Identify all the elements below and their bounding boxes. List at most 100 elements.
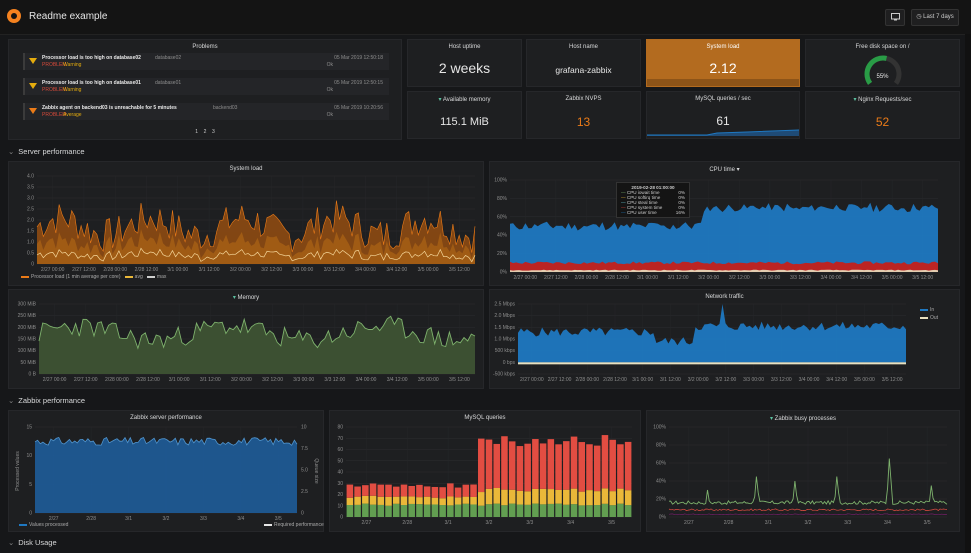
- x-tick-label: 3/5 12:00: [882, 377, 903, 383]
- legend-item[interactable]: max: [146, 274, 166, 280]
- page-3[interactable]: 3: [212, 129, 215, 135]
- panel-title-text: Available memory: [442, 97, 491, 103]
- bar-segment: [563, 441, 570, 490]
- x-tick-label: 3/1 12:00: [199, 267, 220, 273]
- panel-title[interactable]: ▾ Available memory: [408, 96, 521, 103]
- problem-ack[interactable]: Ok: [327, 112, 333, 118]
- bar-segment: [539, 443, 547, 489]
- x-tick-label: 3/4 00:00: [821, 275, 842, 281]
- y-tick-label: 0 B: [28, 372, 36, 378]
- time-range-picker[interactable]: ◷ Last 7 days: [911, 9, 959, 26]
- x-tick-label: 3/3 00:00: [743, 377, 764, 383]
- chevron-down-icon: ⌄: [8, 538, 15, 547]
- y-tick-label: 1.0 Mbps: [494, 337, 515, 343]
- bar-segment: [478, 492, 485, 506]
- bar-segment: [593, 491, 601, 506]
- page-scrollbar[interactable]: [965, 34, 971, 553]
- bar-segment: [439, 487, 446, 499]
- page-2[interactable]: 2: [204, 129, 207, 135]
- bar-segment: [400, 484, 408, 497]
- x-tick-label: 3/2 12:00: [715, 377, 736, 383]
- network-traffic-graph-panel: Network traffic -500 kbps 0 bps 500 kbps 1.…: [489, 289, 960, 389]
- panel-title[interactable]: MySQL queries / sec: [647, 96, 799, 102]
- bar-segment: [547, 439, 555, 490]
- x-tick-label: 3/4 12:00: [851, 275, 872, 281]
- problem-host: database02: [155, 55, 182, 61]
- row-server-performance[interactable]: ⌄ Server performance: [8, 147, 85, 156]
- y-tick-label: 3.0: [27, 196, 34, 202]
- bar-segment: [485, 488, 493, 505]
- row-disk-usage[interactable]: ⌄ Disk Usage: [8, 538, 57, 547]
- panel-title[interactable]: System load: [647, 44, 799, 50]
- x-tick-label: 3/4 12:00: [826, 377, 847, 383]
- bar-segment: [346, 484, 354, 498]
- x-tick-label: 3/4: [884, 520, 891, 526]
- bar-segment: [362, 503, 369, 517]
- legend-item[interactable]: avg: [124, 274, 143, 280]
- y-tick-label: 150 MiB: [18, 337, 37, 343]
- bar-segment: [586, 505, 593, 517]
- bar-segment: [462, 484, 470, 497]
- zabbix-nvps-panel: Zabbix NVPS 13: [526, 91, 641, 139]
- panel-title[interactable]: Host name: [527, 44, 640, 50]
- y-tick-label: 200 MiB: [18, 325, 37, 331]
- host-uptime-panel: Host uptime 2 weeks: [407, 39, 522, 87]
- bar-segment: [392, 496, 400, 504]
- problem-ack[interactable]: Ok: [327, 87, 333, 93]
- bar-segment: [617, 503, 624, 517]
- bar-segment: [431, 486, 439, 498]
- x-tick-label: 3/2 00:00: [230, 267, 251, 273]
- x-tick-label: 3/4 12:00: [386, 267, 407, 273]
- stat-value: 13: [576, 115, 591, 129]
- mysql-queries-chart: 0 10 20 30 40 50 60 70 80 2/27 2/28 3/1 3/2 3/3 3/4 3/5: [337, 425, 632, 526]
- y2-axis-label: Queue size: [313, 458, 319, 484]
- chevron-down-icon: ⌄: [8, 396, 15, 405]
- dashboard-title[interactable]: Readme example: [29, 11, 107, 22]
- bar-segment: [454, 487, 462, 498]
- x-tick-label: 2/27: [362, 520, 372, 526]
- y-tick-label: 80%: [656, 443, 667, 449]
- page-1[interactable]: 1: [195, 129, 198, 135]
- y-tick-label: 100%: [494, 178, 507, 184]
- legend-item[interactable]: Processor load (1 min average per core): [21, 274, 121, 280]
- panel-title[interactable]: Free disk space on /: [806, 44, 959, 50]
- problem-item[interactable]: Processor load is too high on database01…: [23, 78, 389, 95]
- panel-title[interactable]: ▾ Nginx Requests/sec: [806, 96, 959, 103]
- legend-item[interactable]: Values processed: [19, 522, 68, 528]
- legend-item[interactable]: In: [920, 306, 938, 314]
- memory-graph-panel: ▾ Memory 0 B 50 MiB 100 MiB 150 MiB 200 MiB 2…: [8, 289, 484, 389]
- panel-title[interactable]: Zabbix NVPS: [527, 96, 640, 102]
- x-tick-label: 3/2 00:00: [688, 377, 709, 383]
- bar-segment: [609, 491, 616, 506]
- y-tick-label: 1.5: [27, 229, 34, 235]
- y-tick-label: 60: [337, 447, 343, 453]
- bar-segment: [578, 491, 586, 506]
- problem-ack[interactable]: Ok: [327, 62, 333, 68]
- grafana-logo-icon[interactable]: [7, 9, 21, 23]
- chart-legend: Processor load (1 min average per core) …: [21, 274, 166, 280]
- problem-item[interactable]: Zabbix agent on backend03 is unreachable…: [23, 103, 389, 120]
- x-tick-label: 2/27 00:00: [43, 377, 67, 383]
- problem-item[interactable]: Processor load is too high on database02…: [23, 53, 389, 70]
- y2-tick-label: 5.0: [301, 468, 308, 474]
- system-load-chart: 0 0.5 1.0 1.5 2.0 2.5 3.0 3.5 4.0 2/27 00:00 2/27 …: [27, 174, 476, 273]
- mysql-queries-graph-panel: MySQL queries 0 10 20 30 40 50 60 70 80 2/27 2/28 3…: [329, 410, 641, 532]
- legend-item[interactable]: Required performance: [264, 522, 324, 528]
- x-tick-label: 3/3: [844, 520, 851, 526]
- panel-title[interactable]: Host uptime: [408, 44, 521, 50]
- bar-segment: [601, 435, 609, 489]
- x-tick-label: 2/27 12:00: [544, 275, 568, 281]
- legend-item[interactable]: Out: [920, 314, 938, 322]
- bar-segment: [377, 484, 385, 497]
- bar-segment: [362, 495, 369, 504]
- problem-severity: Warning: [63, 87, 82, 93]
- tv-mode-button[interactable]: [885, 9, 905, 26]
- clock-icon: ◷: [916, 14, 922, 20]
- x-tick-label: 3/3 00:00: [759, 275, 780, 281]
- panel-title[interactable]: Problems: [9, 44, 401, 50]
- warning-icon: [29, 58, 37, 64]
- y-tick-label: 0%: [659, 515, 667, 521]
- y2-tick-label: 0: [301, 511, 304, 517]
- bar-segment: [493, 443, 500, 488]
- row-zabbix-performance[interactable]: ⌄ Zabbix performance: [8, 396, 85, 405]
